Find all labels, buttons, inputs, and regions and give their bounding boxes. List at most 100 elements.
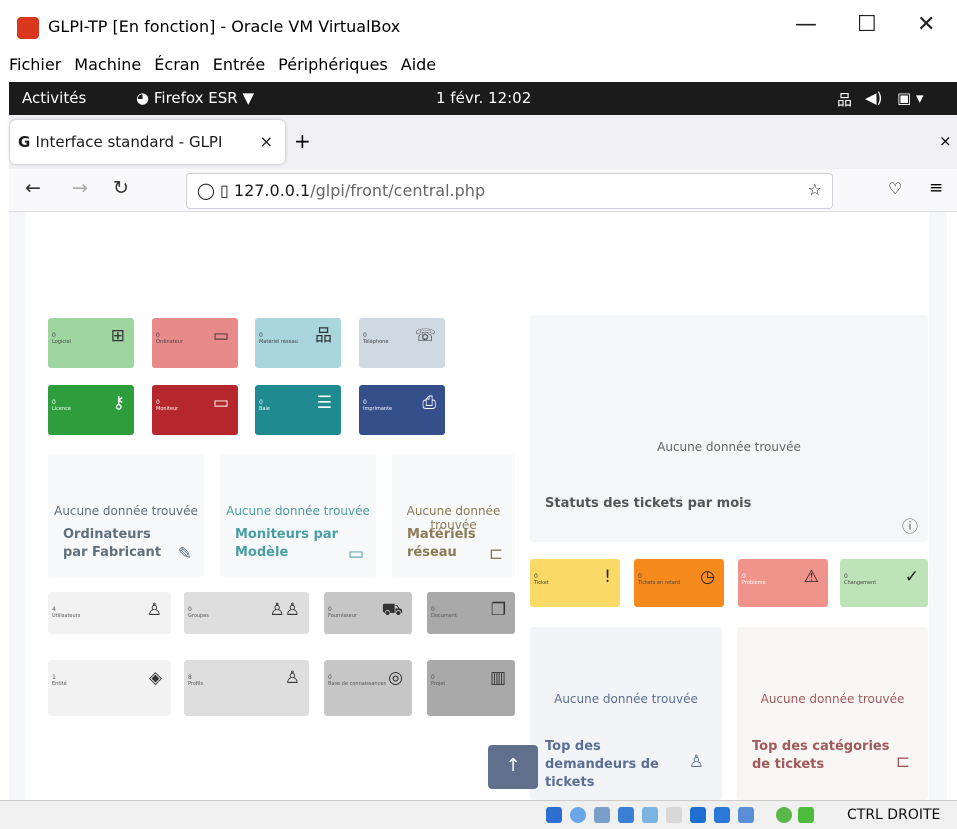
shared-folder-icon[interactable]: [642, 807, 658, 823]
network-adapter-icon[interactable]: [618, 807, 634, 823]
firefox-app-menu[interactable]: ◕ Firefox ESR ▼: [136, 89, 254, 107]
menu-machine[interactable]: Machine: [74, 55, 141, 74]
card-icon: ✎: [177, 544, 192, 564]
forward-icon[interactable]: →: [72, 177, 88, 199]
hamburger-menu-icon[interactable]: ≡: [929, 178, 943, 198]
stats-card: Aucune donnée trouvée Ordinateurs par Fab…: [48, 454, 204, 577]
page-icon: ▯: [220, 181, 234, 200]
tile-label: Matériel réseau: [259, 339, 298, 345]
menu-peripheriques[interactable]: Périphériques: [278, 55, 388, 74]
empty-message: Aucune donnée trouvée: [226, 504, 370, 518]
keyboard-capture-icon[interactable]: [798, 807, 814, 823]
close-window-icon[interactable]: ×: [939, 132, 952, 150]
asset-tile[interactable]: 0 Moniteur ▭: [152, 385, 238, 435]
tile-icon: 品: [315, 326, 332, 346]
stats-card: Aucune donnée trouvée Top des demandeurs …: [530, 627, 722, 800]
tile-icon: ⚠: [803, 567, 819, 587]
admin-tile[interactable]: 0 Document ❐: [427, 592, 515, 634]
admin-tile[interactable]: 4 Utilisateurs ♙: [48, 592, 171, 634]
tile-icon: ◎: [388, 668, 403, 688]
admin-tile[interactable]: 0 Groupes ♙♙: [184, 592, 309, 634]
close-icon[interactable]: ✕: [917, 14, 935, 36]
asset-tile[interactable]: 0 Baie ☰: [255, 385, 341, 435]
empty-message: Aucune donnée trouvée: [554, 692, 698, 706]
card-icon: ⊏: [488, 544, 503, 564]
glpi-favicon-icon: G: [18, 133, 36, 151]
tile-label: Licence: [52, 406, 71, 412]
new-tab-button[interactable]: +: [294, 129, 311, 153]
menu-fichier[interactable]: Fichier: [9, 55, 61, 74]
ticket-tile[interactable]: 0 Problème ⚠: [738, 559, 828, 607]
admin-tile[interactable]: 0 Fournisseur ⛟: [324, 592, 412, 634]
cpu-icon[interactable]: [738, 807, 754, 823]
tile-label: Changement: [844, 580, 877, 586]
cd-icon[interactable]: [570, 807, 586, 823]
ticket-tile[interactable]: 0 Changement ✓: [840, 559, 928, 607]
clock[interactable]: 1 févr. 12:02: [436, 89, 531, 107]
stats-card: Aucune donnée trouvée Moniteurs par Modèl…: [220, 454, 376, 577]
tile-label: Base de connaissances: [328, 681, 387, 687]
admin-tile[interactable]: 1 Entité ◈: [48, 660, 171, 716]
activities-button[interactable]: Activités: [22, 89, 86, 107]
tile-icon: ◷: [700, 567, 715, 587]
tab-close-icon[interactable]: ×: [260, 132, 273, 151]
recording-icon[interactable]: [690, 807, 706, 823]
tile-label: Utilisateurs: [52, 613, 81, 619]
tile-label: Projet: [431, 681, 446, 687]
tile-label: Logiciel: [52, 339, 71, 345]
asset-tile[interactable]: 0 Licence ⚷: [48, 385, 134, 435]
asset-tile[interactable]: 0 Téléphone ☏: [359, 318, 445, 368]
clipboard-icon[interactable]: [714, 807, 730, 823]
menu-aide[interactable]: Aide: [401, 55, 436, 74]
ticket-tile[interactable]: 0 Tickets en retard ◷: [634, 559, 724, 607]
tile-label: Ticket: [534, 580, 549, 586]
card-icon: ⊏: [895, 752, 910, 772]
card-title: Moniteurs par Modèle: [235, 527, 339, 561]
tile-label: Groupes: [188, 613, 209, 619]
tile-label: Tickets en retard: [638, 580, 681, 586]
tile-label: Imprimante: [363, 406, 393, 412]
page-viewport: 0 Logiciel ⊞ 0 Ordinateur ▭ 0 Matériel réseau 品 0…: [9, 212, 947, 800]
bookmark-star-icon[interactable]: ☆: [808, 180, 822, 199]
tile-icon: ♙: [284, 668, 300, 688]
admin-tile[interactable]: 0 Projet ▥: [427, 660, 515, 716]
network-icon[interactable]: 品: [837, 89, 852, 110]
pocket-icon[interactable]: ♡: [888, 179, 902, 198]
asset-tile[interactable]: 0 Imprimante ⎙: [359, 385, 445, 435]
asset-tile[interactable]: 0 Ordinateur ▭: [152, 318, 238, 368]
tile-icon: ⛟: [381, 600, 403, 620]
admin-tile[interactable]: 0 Base de connaissances ◎: [324, 660, 412, 716]
admin-tile[interactable]: 8 Profils ♙: [184, 660, 309, 716]
volume-icon[interactable]: ◀): [865, 89, 882, 107]
reload-icon[interactable]: ↻: [113, 177, 129, 199]
card-title: Top des demandeurs de tickets: [545, 739, 659, 791]
tab-glpi[interactable]: G Interface standard - GLPI ×: [10, 120, 285, 164]
tile-icon: ⎙: [422, 393, 436, 413]
usb-icon[interactable]: [546, 807, 562, 823]
menu-entree[interactable]: Entrée: [213, 55, 265, 74]
empty-message: Aucune donnée trouvée: [657, 440, 801, 454]
virtualbox-logo-icon: [17, 17, 39, 39]
tile-icon: ⊞: [110, 326, 125, 346]
asset-tile[interactable]: 0 Logiciel ⊞: [48, 318, 134, 368]
tickets-status-card: Aucune donnée trouvée Statuts des ticket…: [530, 315, 928, 542]
maximize-icon[interactable]: ☐: [857, 14, 877, 36]
nav-bar: ← → ↻ ◯ ▯ 127.0.0.1/glpi/front/central.p…: [9, 169, 957, 212]
tile-label: Moniteur: [156, 406, 179, 412]
url-bar[interactable]: ◯ ▯ 127.0.0.1/glpi/front/central.php ☆: [186, 173, 833, 209]
minimize-icon[interactable]: —: [795, 14, 817, 36]
tile-label: Téléphone: [363, 339, 389, 345]
tile-icon: !: [604, 567, 611, 587]
asset-tile[interactable]: 0 Matériel réseau 品: [255, 318, 341, 368]
vm-status-icon[interactable]: [776, 807, 792, 823]
back-icon[interactable]: ←: [25, 177, 41, 199]
gnome-topbar: Activités ◕ Firefox ESR ▼ 1 févr. 12:02 …: [9, 82, 957, 115]
tile-icon: ▥: [489, 668, 506, 688]
audio-icon[interactable]: [594, 807, 610, 823]
display-icon[interactable]: [666, 807, 682, 823]
tab-bar: G Interface standard - GLPI × + ×: [9, 115, 957, 169]
scroll-top-button[interactable]: ↑: [488, 745, 538, 789]
ticket-tile[interactable]: 0 Ticket!: [530, 559, 620, 607]
battery-icon[interactable]: ▣ ▾: [897, 89, 923, 107]
menu-ecran[interactable]: Écran: [154, 55, 199, 74]
